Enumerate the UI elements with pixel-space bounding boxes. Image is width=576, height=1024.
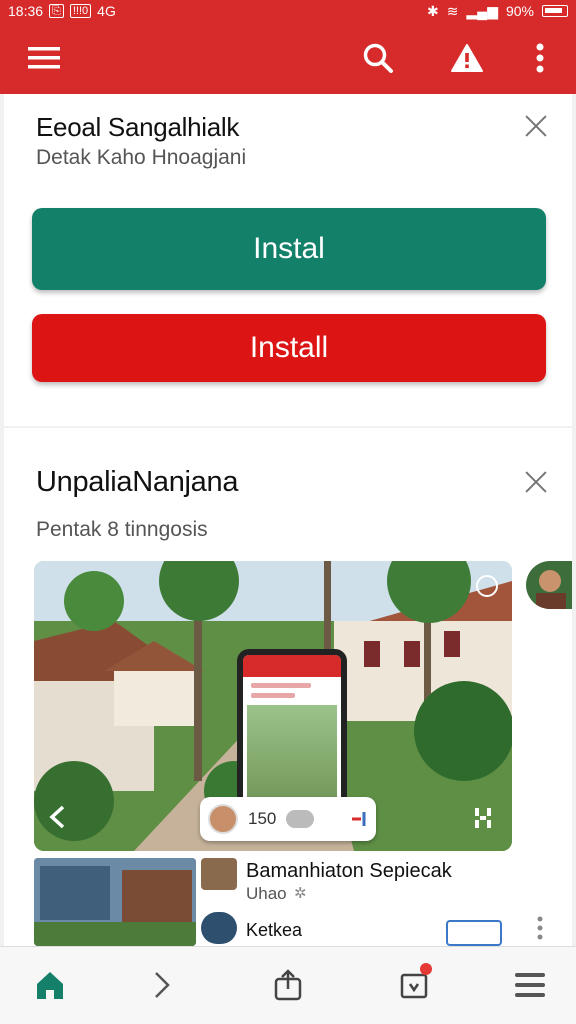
more-vert-icon[interactable] <box>536 916 544 940</box>
toggle-dot <box>286 810 315 828</box>
list-item-title[interactable]: Bamanhiaton Sepiecak <box>246 860 452 883</box>
list-item-avatar <box>201 912 237 944</box>
share-icon[interactable] <box>268 965 308 1005</box>
home-icon[interactable] <box>30 965 70 1005</box>
notification-badge <box>420 963 432 975</box>
alert-icon[interactable] <box>447 38 487 78</box>
battery-percent: 90% <box>505 3 534 19</box>
flag-icon <box>350 810 368 828</box>
wifi-icon: ≋ <box>446 2 459 19</box>
battery-icon <box>542 5 568 17</box>
side-avatar[interactable] <box>526 561 572 609</box>
media-image[interactable]: 150 <box>34 561 512 851</box>
feature-card: UnpaliaNanjana Pentak 8 tinngosis 150 Ba… <box>4 428 572 946</box>
pill-number: 150 <box>248 809 277 828</box>
chevron-left-icon[interactable] <box>46 805 70 829</box>
card-title: Eeoal Sangalhialk <box>36 112 240 142</box>
install-button-secondary[interactable]: Install <box>32 314 546 382</box>
network-type: 4G <box>97 3 116 19</box>
star-icon: ✲ <box>294 885 307 902</box>
search-icon[interactable] <box>358 38 398 78</box>
notification-icon: ⎘ <box>49 4 64 18</box>
status-time: 18:36 <box>8 3 44 19</box>
menu-icon[interactable] <box>24 38 64 78</box>
install-button-primary[interactable]: Instal <box>32 208 546 290</box>
select-circle-icon[interactable] <box>476 575 498 597</box>
list-item-icon <box>201 858 237 890</box>
card-title: UnpaliaNanjana <box>36 466 239 498</box>
card-subtitle: Detak Kaho Hnoagjani <box>36 146 247 169</box>
notification-icon-2: !!!0 <box>69 4 92 18</box>
fullscreen-icon[interactable] <box>472 805 496 831</box>
phone-mockup <box>237 649 347 819</box>
menu-lines-icon[interactable] <box>510 965 550 1005</box>
list-item-title[interactable]: Ketkea <box>246 920 302 941</box>
inbox-icon[interactable] <box>394 963 434 1005</box>
bluetooth-icon: ✱ <box>427 2 439 19</box>
card-subtitle: Pentak 8 tinngosis <box>36 518 208 541</box>
list-thumbnail[interactable] <box>34 858 196 946</box>
close-icon[interactable] <box>522 468 550 496</box>
chevron-right-icon[interactable] <box>142 965 182 1005</box>
status-bar: 18:36 ⎘ !!!0 4G ✱ ≋ ▂▄▆ 90% <box>0 0 576 22</box>
list-action-button[interactable] <box>446 920 502 946</box>
avatar <box>208 804 238 834</box>
list-item-subtitle: Uhao <box>246 884 287 903</box>
media-pill[interactable]: 150 <box>200 797 376 841</box>
app-bar <box>0 22 576 94</box>
more-vert-icon[interactable] <box>520 38 560 78</box>
close-icon[interactable] <box>522 112 550 140</box>
signal-icon: ▂▄▆ <box>466 2 498 19</box>
bottom-nav <box>0 946 576 1024</box>
install-card: Eeoal Sangalhialk Detak Kaho Hnoagjani I… <box>4 94 572 426</box>
